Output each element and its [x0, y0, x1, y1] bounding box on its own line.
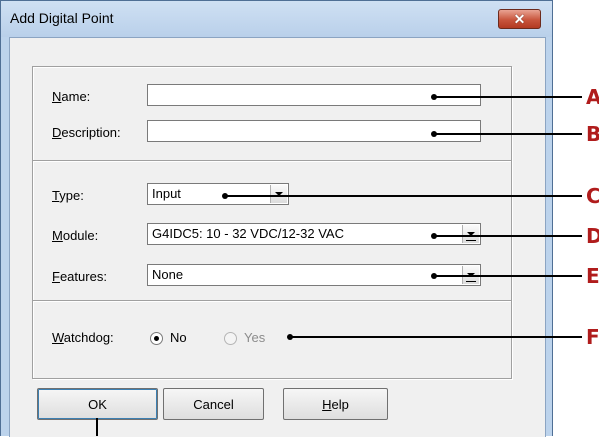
- ok-button[interactable]: OK: [37, 388, 158, 420]
- chevron-down-icon[interactable]: [270, 185, 287, 203]
- callout-ok-line: [96, 418, 98, 436]
- description-label: Description:: [52, 125, 121, 140]
- watchdog-yes-radio[interactable]: [224, 332, 237, 345]
- callout-a-letter: A: [586, 85, 599, 109]
- callout-c-letter: C: [586, 184, 599, 208]
- callout-e-line: [434, 275, 582, 277]
- callout-c-line: [225, 195, 582, 197]
- separator-2: [33, 300, 511, 302]
- callout-f-line: [290, 336, 582, 338]
- type-label: Type:: [52, 188, 84, 203]
- callout-f-letter: F: [586, 325, 599, 349]
- watchdog-no-label[interactable]: No: [170, 330, 187, 345]
- close-button[interactable]: ✕: [498, 9, 541, 29]
- watchdog-label: Watchdog:: [52, 330, 114, 345]
- watchdog-yes-label[interactable]: Yes: [244, 330, 265, 345]
- callout-b-line: [434, 133, 582, 135]
- module-label: Module:: [52, 228, 99, 243]
- watchdog-no-radio[interactable]: [150, 332, 163, 345]
- cancel-button[interactable]: Cancel: [163, 388, 264, 420]
- name-label: Name:: [52, 89, 91, 104]
- chevron-down-icon[interactable]: [462, 225, 479, 243]
- callout-d-letter: D: [586, 224, 599, 248]
- separator-1: [33, 160, 511, 162]
- module-value: G4IDC5: 10 - 32 VDC/12-32 VAC: [152, 226, 344, 241]
- callout-d-line: [434, 235, 582, 237]
- title-bar[interactable]: Add Digital Point ✕: [1, 1, 552, 37]
- window-title: Add Digital Point: [10, 10, 114, 26]
- features-value: None: [152, 267, 184, 282]
- callout-a-line: [434, 96, 582, 98]
- features-label: Features:: [52, 269, 107, 284]
- close-icon: ✕: [513, 11, 526, 27]
- type-select[interactable]: Input: [147, 183, 289, 205]
- type-value: Input: [152, 186, 181, 201]
- callout-b-letter: B: [586, 122, 599, 146]
- callout-e-letter: E: [586, 264, 599, 288]
- help-button[interactable]: Help: [283, 388, 388, 420]
